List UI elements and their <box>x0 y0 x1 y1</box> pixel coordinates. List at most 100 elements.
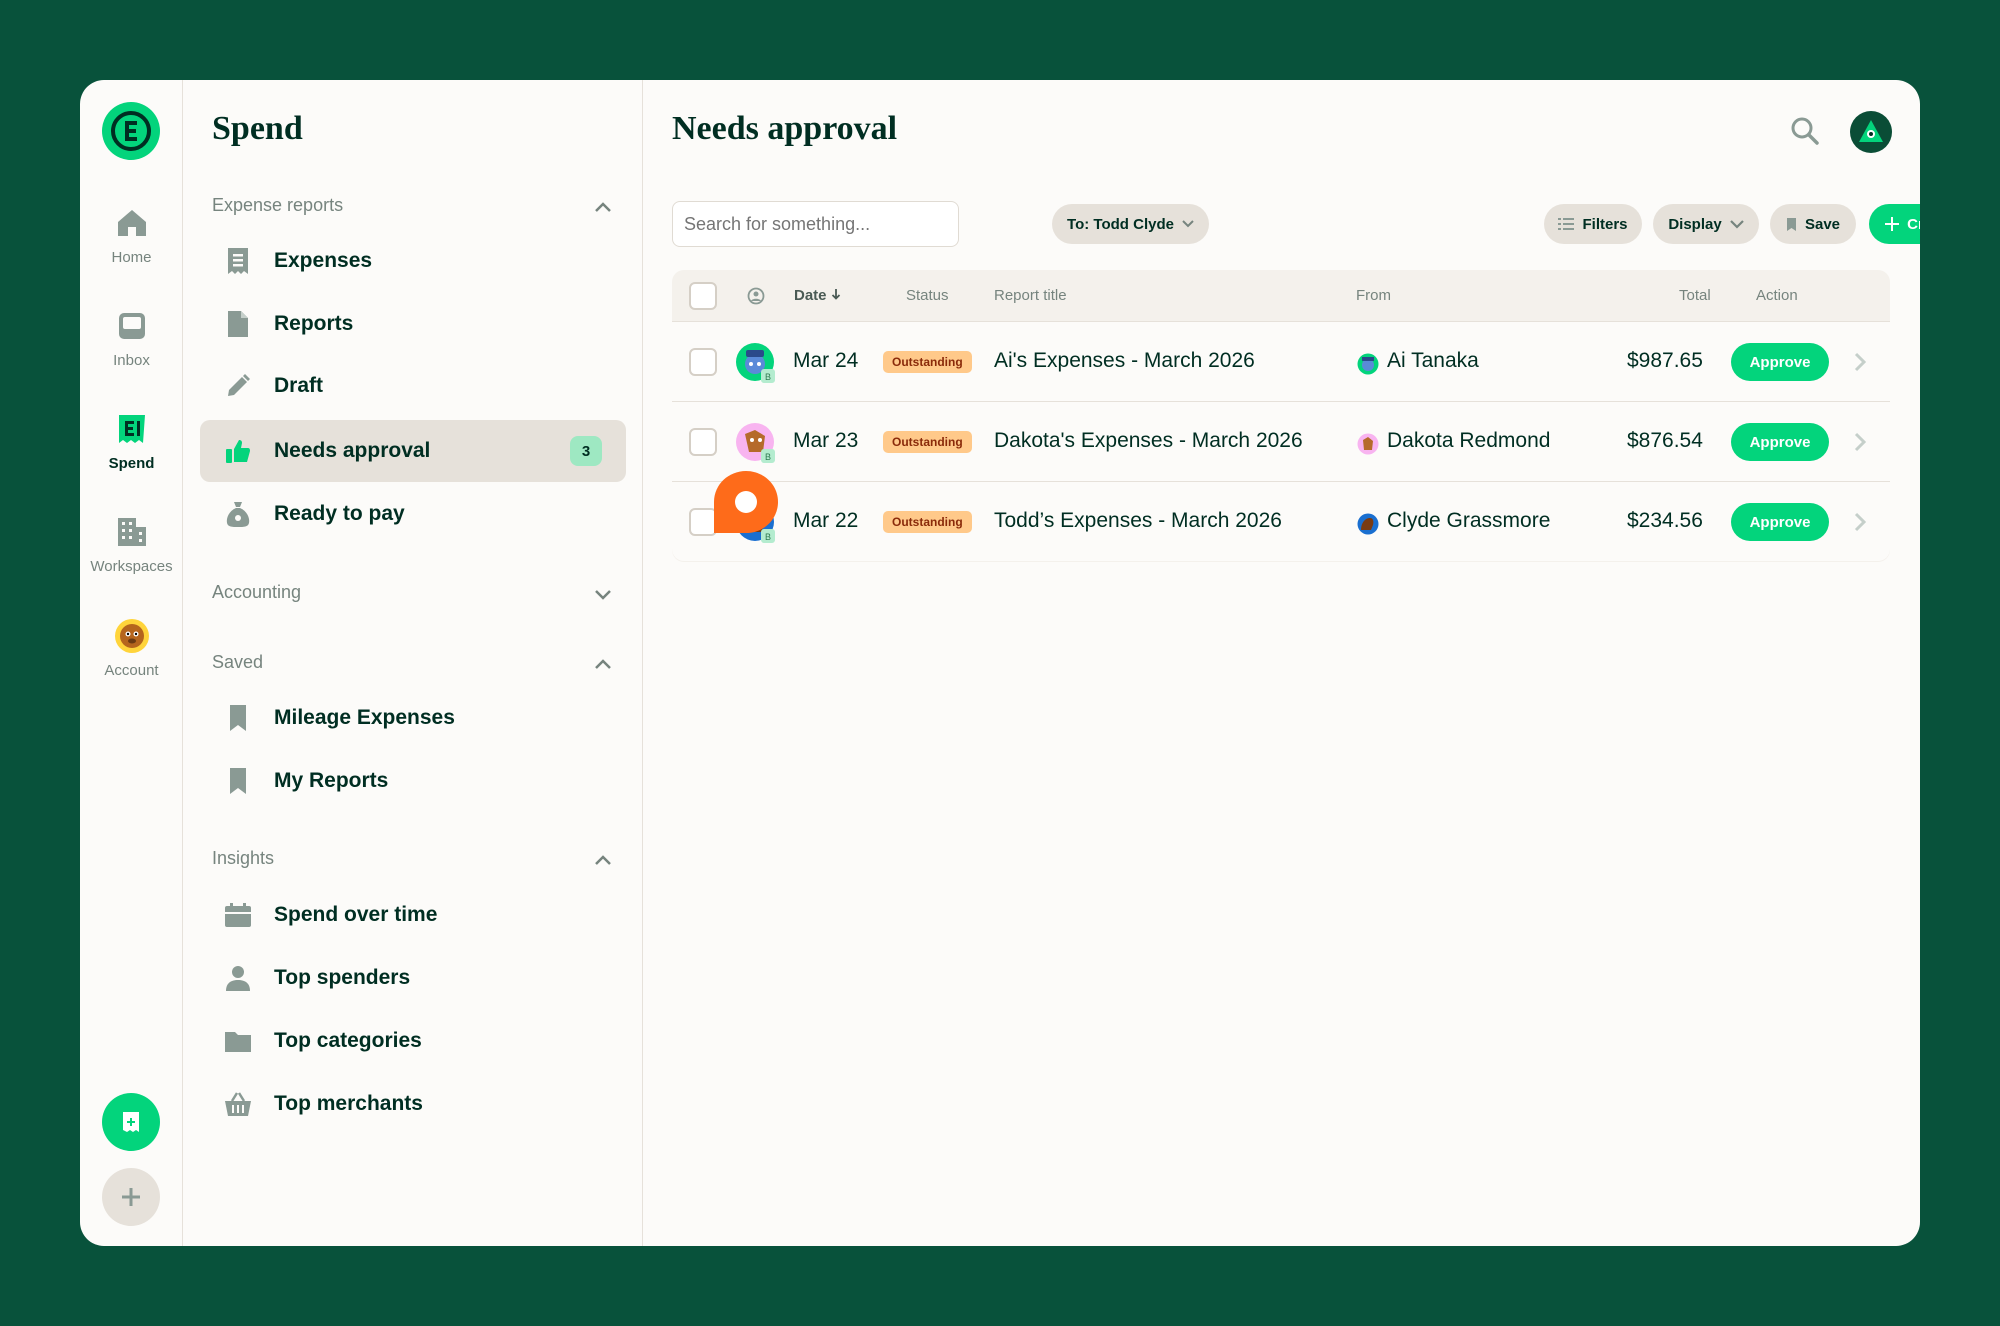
search-icon[interactable] <box>1790 116 1820 146</box>
avatar-icon <box>114 619 149 653</box>
inbox-icon <box>118 313 145 339</box>
approve-button[interactable]: Approve <box>1731 423 1829 461</box>
rail-label: Account <box>104 662 159 679</box>
status-badge: Outstanding <box>883 351 972 373</box>
to-filter-button[interactable]: To: Todd Clyde <box>1052 204 1209 244</box>
table-row[interactable]: B Mar 23 Outstanding Dakota's Expenses -… <box>672 401 1890 481</box>
section-saved[interactable]: Saved <box>212 652 612 682</box>
row-report-title: Ai's Expenses - March 2026 <box>994 349 1255 372</box>
row-checkbox[interactable] <box>689 508 717 536</box>
sidebar-item-mileage-expenses[interactable]: Mileage Expenses <box>200 687 626 749</box>
sidebar-item-top-merchants[interactable]: Top merchants <box>200 1073 626 1135</box>
column-action: Action <box>1756 287 1798 304</box>
sidebar-item-draft[interactable]: Draft <box>200 355 626 417</box>
user-avatar[interactable] <box>1850 111 1892 153</box>
reports-table: Date Status Report title From Total Acti… <box>672 270 1890 562</box>
table-row[interactable]: B Mar 22 Outstanding Todd’s Expenses - M… <box>672 481 1890 561</box>
create-label: Create <box>1907 215 1920 233</box>
create-button[interactable]: Create <box>1869 204 1920 244</box>
sidebar-item-label: Top spenders <box>274 966 411 989</box>
svg-text:B: B <box>765 452 771 462</box>
column-status[interactable]: Status <box>906 287 949 304</box>
section-label: Insights <box>212 848 275 868</box>
sidebar-item-label: Expenses <box>274 249 373 272</box>
search-input[interactable] <box>672 201 959 247</box>
sidebar-item-spend-over-time[interactable]: Spend over time <box>200 884 626 946</box>
chevron-right-icon[interactable] <box>1854 432 1866 452</box>
sidebar-item-reports[interactable]: Reports <box>200 293 626 355</box>
folder-icon <box>225 1032 251 1052</box>
rail-item-spend[interactable]: Spend <box>80 411 183 472</box>
rail-label: Spend <box>108 455 155 472</box>
user-icon <box>226 966 250 991</box>
display-button[interactable]: Display <box>1653 204 1759 244</box>
rail-item-account[interactable]: Account <box>80 618 183 679</box>
count-badge: 3 <box>570 436 602 466</box>
sidebar-item-label: My Reports <box>274 769 389 792</box>
sidebar-item-top-spenders[interactable]: Top spenders <box>200 947 626 1009</box>
new-expense-button[interactable] <box>102 1093 160 1151</box>
avatar-icon <box>1357 353 1379 375</box>
receipt-add-icon <box>123 1112 139 1132</box>
row-from: Dakota Redmond <box>1387 429 1551 452</box>
save-button[interactable]: Save <box>1770 204 1856 244</box>
column-report-title[interactable]: Report title <box>994 287 1067 304</box>
chevron-right-icon[interactable] <box>1854 352 1866 372</box>
user-circle-icon <box>747 287 765 305</box>
section-insights[interactable]: Insights <box>212 848 612 878</box>
sidebar-item-label: Top merchants <box>274 1092 423 1115</box>
column-date[interactable]: Date <box>794 287 841 304</box>
to-filter-label: To: Todd Clyde <box>1067 215 1174 233</box>
add-button[interactable] <box>102 1168 160 1226</box>
calendar-icon <box>225 903 251 927</box>
sidebar-item-ready-to-pay[interactable]: Ready to pay <box>200 483 626 545</box>
expensify-logo[interactable] <box>102 102 160 160</box>
app-window: Home Inbox Spend Workspaces Account Spen… <box>80 80 1920 1246</box>
bookmark-icon <box>230 705 246 731</box>
avatar-icon <box>1357 513 1379 535</box>
approve-button[interactable]: Approve <box>1731 343 1829 381</box>
pencil-icon <box>228 374 250 396</box>
display-label: Display <box>1668 215 1722 233</box>
select-all-checkbox[interactable] <box>689 282 717 310</box>
section-accounting[interactable]: Accounting <box>212 582 612 612</box>
receipt-icon <box>118 415 145 443</box>
chevron-down-icon <box>1729 219 1744 229</box>
sidebar-item-my-reports[interactable]: My Reports <box>200 750 626 812</box>
save-label: Save <box>1804 215 1841 233</box>
sidebar-item-expenses[interactable]: Expenses <box>200 230 626 292</box>
chevron-right-icon[interactable] <box>1854 512 1866 532</box>
table-row[interactable]: B Mar 24 Outstanding Ai's Expenses - Mar… <box>672 321 1890 401</box>
sidebar-item-label: Needs approval <box>274 439 431 462</box>
avatar-icon <box>1859 120 1883 142</box>
chevron-down-icon <box>1182 220 1194 228</box>
column-from[interactable]: From <box>1356 287 1391 304</box>
approve-button[interactable]: Approve <box>1731 503 1829 541</box>
sidebar-item-label: Mileage Expenses <box>274 706 455 729</box>
onboarding-marker-icon[interactable] <box>714 471 778 533</box>
table-header: Date Status Report title From Total Acti… <box>672 270 1890 321</box>
section-expense-reports[interactable]: Expense reports <box>212 195 612 225</box>
row-date: Mar 24 <box>793 349 859 372</box>
row-checkbox[interactable] <box>689 428 717 456</box>
rail-item-inbox[interactable]: Inbox <box>80 308 183 369</box>
sidebar-item-needs-approval[interactable]: Needs approval 3 <box>200 420 626 482</box>
chevron-up-icon <box>595 659 611 669</box>
sidebar-item-top-categories[interactable]: Top categories <box>200 1010 626 1072</box>
thumbs-up-icon <box>226 440 250 463</box>
bookmark-icon <box>230 768 246 794</box>
filters-label: Filters <box>1582 215 1628 233</box>
rail-item-home[interactable]: Home <box>80 205 183 266</box>
rail-item-workspaces[interactable]: Workspaces <box>80 514 183 575</box>
sidebar-item-label: Spend over time <box>274 903 438 926</box>
sidebar-item-label: Ready to pay <box>274 502 405 525</box>
bookmark-icon <box>1786 217 1796 231</box>
status-badge: Outstanding <box>883 511 972 533</box>
chevron-up-icon <box>595 202 611 212</box>
row-checkbox[interactable] <box>689 348 717 376</box>
basket-icon <box>225 1092 251 1116</box>
section-label: Saved <box>212 652 264 672</box>
filters-button[interactable]: Filters <box>1544 204 1642 244</box>
rail-label: Inbox <box>113 352 150 369</box>
column-total[interactable]: Total <box>1679 287 1711 304</box>
